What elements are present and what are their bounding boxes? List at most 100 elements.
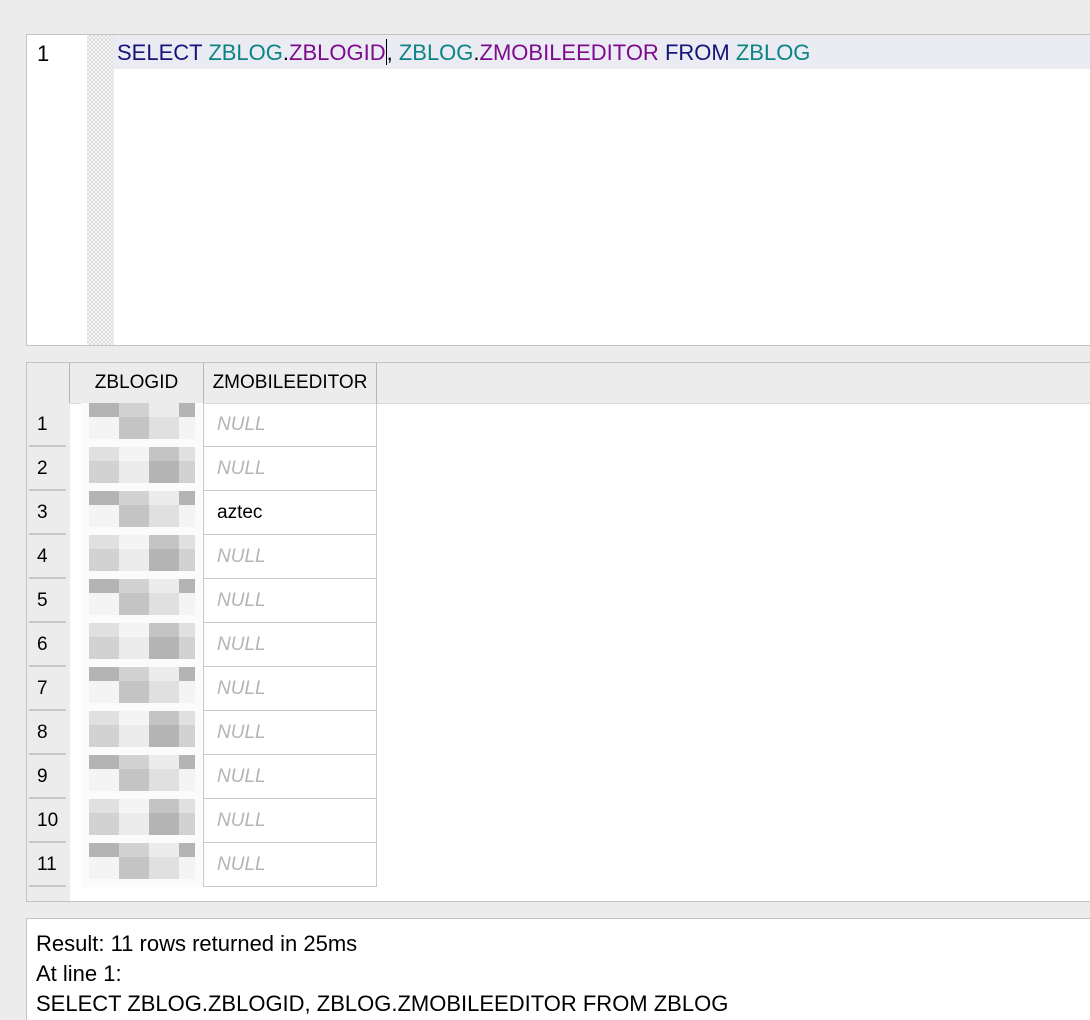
zmobileeditor-cell[interactable]: NULL xyxy=(203,535,377,579)
pixelated-block xyxy=(119,403,149,417)
result-line-ref: At line 1: xyxy=(36,961,122,986)
row-number[interactable]: 9 xyxy=(27,755,70,799)
zblogid-cell-redacted[interactable] xyxy=(81,403,203,447)
pixelated-block xyxy=(119,637,149,659)
pixelated-block xyxy=(89,667,119,681)
zmobileeditor-cell[interactable]: NULL xyxy=(203,843,377,887)
zmobileeditor-cell[interactable]: NULL xyxy=(203,447,377,491)
row-number[interactable]: 10 xyxy=(27,799,70,843)
result-query: SELECT ZBLOG.ZBLOGID, ZBLOG.ZMOBILEEDITO… xyxy=(36,991,729,1016)
pixelated-block xyxy=(179,593,195,615)
zmobileeditor-cell[interactable]: NULL xyxy=(203,667,377,711)
pixelated-block xyxy=(149,857,179,879)
pixelated-block xyxy=(149,623,179,637)
pixelated-block xyxy=(119,549,149,571)
pixelated-block xyxy=(179,417,195,439)
zmobileeditor-cell[interactable]: NULL xyxy=(203,755,377,799)
row-number[interactable]: 3 xyxy=(27,491,70,535)
zblogid-cell-redacted[interactable] xyxy=(81,843,203,887)
column-header-zblogid[interactable]: ZBLOGID xyxy=(69,363,203,403)
pixelated-block xyxy=(149,417,179,439)
zblogid-cell-redacted[interactable] xyxy=(81,667,203,711)
zmobileeditor-cell[interactable]: NULL xyxy=(203,579,377,623)
pixelated-block xyxy=(179,813,195,835)
pixelated-block xyxy=(119,711,149,725)
pixelated-block xyxy=(149,843,179,857)
zmobileeditor-cell[interactable]: NULL xyxy=(203,799,377,843)
pixelated-block xyxy=(179,769,195,791)
pixelated-block xyxy=(149,711,179,725)
pixelated-block xyxy=(89,637,119,659)
pixelated-block xyxy=(89,799,119,813)
pixelated-block xyxy=(149,769,179,791)
pixelated-block xyxy=(89,535,119,549)
pixelated-block xyxy=(89,593,119,615)
pixelated-block xyxy=(179,447,195,461)
pixelated-block xyxy=(179,711,195,725)
row-number[interactable]: 4 xyxy=(27,535,70,579)
sql-keyword: SELECT xyxy=(117,40,203,65)
pixelated-block xyxy=(149,505,179,527)
row-number[interactable]: 2 xyxy=(27,447,70,491)
pixelated-block xyxy=(119,769,149,791)
sql-table-name: ZBLOG xyxy=(208,40,283,65)
zblogid-cell-redacted[interactable] xyxy=(81,623,203,667)
zblogid-cell-redacted[interactable] xyxy=(81,579,203,623)
results-grid[interactable]: ZBLOGID ZMOBILEEDITOR 1 NULL 2 NULL 3 aztec 4 N… xyxy=(26,362,1090,902)
pixelated-block xyxy=(89,725,119,747)
pixelated-block xyxy=(89,843,119,857)
zblogid-cell-redacted[interactable] xyxy=(81,535,203,579)
pixelated-block xyxy=(119,857,149,879)
zblogid-cell-redacted[interactable] xyxy=(81,799,203,843)
pixelated-block xyxy=(179,755,195,769)
pixelated-block xyxy=(89,549,119,571)
pixelated-block xyxy=(179,461,195,483)
zmobileeditor-cell[interactable]: NULL xyxy=(203,403,377,447)
pixelated-block xyxy=(179,623,195,637)
pixelated-block xyxy=(149,799,179,813)
pixelated-block xyxy=(149,447,179,461)
pixelated-block xyxy=(89,461,119,483)
pixelated-block xyxy=(149,535,179,549)
zblogid-cell-redacted[interactable] xyxy=(81,491,203,535)
zblogid-cell-redacted[interactable] xyxy=(81,447,203,491)
sql-column-name: ZMOBILEEDITOR xyxy=(479,40,659,65)
sql-table-name: ZBLOG xyxy=(735,40,811,65)
zblogid-cell-redacted[interactable] xyxy=(81,755,203,799)
pixelated-block xyxy=(179,857,195,879)
column-header-zmobileeditor[interactable]: ZMOBILEEDITOR xyxy=(203,363,377,403)
pixelated-block xyxy=(89,623,119,637)
sql-editor[interactable]: 1 SELECT ZBLOG.ZBLOGID, ZBLOG.ZMOBILEEDI… xyxy=(26,34,1090,346)
pixelated-block xyxy=(119,843,149,857)
pixelated-block xyxy=(149,491,179,505)
row-number[interactable]: 8 xyxy=(27,711,70,755)
pixelated-block xyxy=(89,681,119,703)
pixelated-block xyxy=(89,491,119,505)
row-number[interactable]: 11 xyxy=(27,843,70,887)
sql-code-line[interactable]: SELECT ZBLOG.ZBLOGID, ZBLOG.ZMOBILEEDITO… xyxy=(117,39,810,67)
pixelated-block xyxy=(179,535,195,549)
messages-pane: Result: 11 rows returned in 25ms At line… xyxy=(26,918,1090,1020)
row-number[interactable]: 7 xyxy=(27,667,70,711)
pixelated-block xyxy=(89,403,119,417)
pixelated-block xyxy=(179,403,195,417)
row-number[interactable]: 5 xyxy=(27,579,70,623)
pixelated-block xyxy=(149,755,179,769)
row-number[interactable]: 6 xyxy=(27,623,70,667)
pixelated-block xyxy=(149,725,179,747)
zmobileeditor-cell[interactable]: NULL xyxy=(203,711,377,755)
pixelated-block xyxy=(119,667,149,681)
zmobileeditor-cell[interactable]: aztec xyxy=(203,491,377,535)
zmobileeditor-cell[interactable]: NULL xyxy=(203,623,377,667)
pixelated-block xyxy=(119,799,149,813)
pixelated-block xyxy=(119,447,149,461)
pixelated-block xyxy=(179,549,195,571)
pixelated-block xyxy=(149,403,179,417)
pixelated-block xyxy=(149,593,179,615)
pixelated-block xyxy=(149,813,179,835)
zblogid-cell-redacted[interactable] xyxy=(81,711,203,755)
pixelated-block xyxy=(119,417,149,439)
row-number[interactable]: 1 xyxy=(27,403,70,447)
sql-punctuation: , xyxy=(386,40,399,65)
pixelated-block xyxy=(119,813,149,835)
